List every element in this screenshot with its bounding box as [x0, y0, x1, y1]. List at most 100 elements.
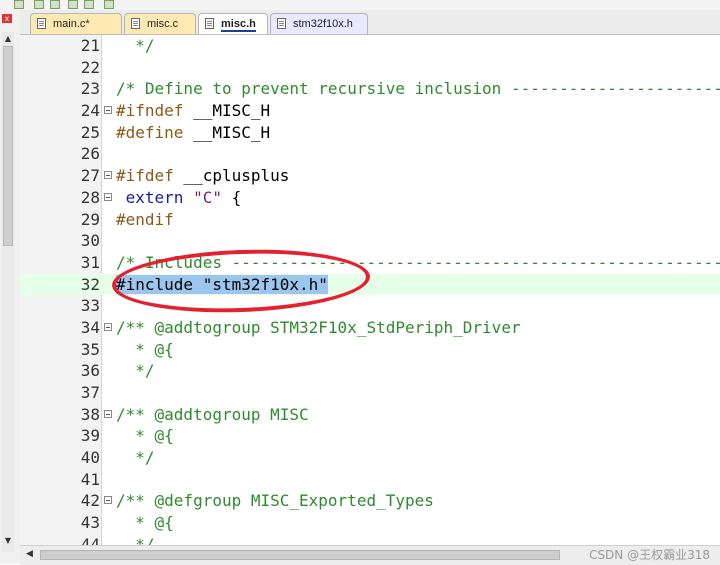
code-editor[interactable]: 21 */22 23/* Define to prevent recursive … — [20, 35, 720, 545]
toolbar-button-5[interactable] — [84, 0, 94, 9]
code-token: __cplusplus — [173, 166, 290, 186]
code-line[interactable]: 29 #endif — [20, 209, 720, 231]
code-text: #ifdef __cplusplus — [116, 165, 289, 187]
code-line[interactable]: 24 #ifndef __MISC_H — [20, 100, 720, 122]
vertical-scroll-thumb[interactable] — [3, 46, 13, 246]
code-token: /* Includes ----------------------------… — [116, 252, 720, 272]
line-number: 38 — [80, 404, 100, 424]
fold-toggle-icon[interactable] — [104, 106, 112, 115]
toolbar-button-1[interactable] — [14, 0, 24, 9]
code-text: /* Define to prevent recursive inclusion… — [116, 78, 720, 100]
code-text: */ — [116, 447, 155, 469]
code-line[interactable]: 22 — [20, 57, 720, 79]
line-number: 39 — [80, 426, 100, 446]
line-number: 34 — [80, 317, 100, 337]
toolbar-button-3[interactable] — [50, 0, 60, 9]
code-line[interactable]: 43 * @{ — [20, 512, 720, 534]
code-text: #define __MISC_H — [116, 122, 270, 144]
code-line[interactable]: 23 /* Define to prevent recursive inclusi… — [20, 78, 720, 100]
code-line[interactable]: 34 /** @addtogroup STM32F10x_StdPeriph_Dr… — [20, 317, 720, 339]
fold-toggle-icon[interactable] — [104, 496, 112, 505]
tab-label: main.c* — [53, 18, 90, 30]
code-token: "C" — [193, 187, 222, 207]
code-token: /* Define to prevent recursive inclusion… — [116, 79, 720, 99]
fold-toggle-icon[interactable] — [104, 409, 112, 418]
line-number: 23 — [80, 79, 100, 99]
line-number: 43 — [80, 513, 100, 533]
code-line[interactable]: 28 extern "C" { — [20, 187, 720, 209]
line-number: 30 — [80, 231, 100, 251]
code-token: */ — [116, 448, 155, 468]
code-text: #include "stm32f10x.h" — [116, 274, 328, 296]
code-token: { — [221, 187, 242, 207]
code-token: /** @defgroup MISC_Exported_Types — [116, 491, 434, 511]
code-line[interactable]: 36 */ — [20, 360, 720, 382]
code-line[interactable]: 21 */ — [20, 35, 720, 57]
code-token: #ifndef — [116, 101, 184, 121]
line-number: 42 — [80, 491, 100, 511]
code-token: #endif — [116, 209, 174, 229]
line-number: 31 — [80, 252, 100, 272]
code-line[interactable]: 30 — [20, 230, 720, 252]
code-text: /** @addtogroup MISC — [116, 404, 309, 426]
code-line[interactable]: 39 * @{ — [20, 425, 720, 447]
code-line[interactable]: 35 * @{ — [20, 339, 720, 361]
project-panel-edge: x ▲ ▼ — [0, 10, 21, 564]
code-token: #include "stm32f10x.h" — [116, 274, 328, 294]
code-token: __MISC_H — [183, 122, 271, 142]
scroll-up-icon[interactable]: ▲ — [3, 34, 13, 44]
code-text: * @{ — [116, 425, 174, 447]
tab-main-c[interactable]: main.c* — [30, 13, 122, 34]
code-token: * @{ — [116, 513, 174, 533]
code-line[interactable]: 25 #define __MISC_H — [20, 122, 720, 144]
code-line[interactable]: 44 */ — [20, 534, 720, 545]
code-token: #ifdef — [116, 166, 174, 186]
code-line[interactable]: 31 /* Includes --------------------------… — [20, 252, 720, 274]
code-text: */ — [116, 360, 154, 382]
code-token: */ — [116, 36, 155, 55]
code-token: /** @addtogroup MISC — [116, 404, 309, 424]
code-line[interactable]: 37 — [20, 382, 720, 404]
code-line[interactable]: 32 #include "stm32f10x.h" — [20, 273, 720, 296]
fold-toggle-icon[interactable] — [104, 322, 112, 331]
code-line[interactable]: 38 /** @addtogroup MISC — [20, 404, 720, 426]
code-line[interactable]: 41 — [20, 469, 720, 491]
tab-misc-h[interactable]: misc.h — [198, 13, 268, 34]
line-number: 40 — [80, 448, 100, 468]
tab-label: misc.h — [221, 18, 256, 32]
line-number: 24 — [80, 101, 100, 121]
file-icon — [277, 18, 286, 29]
code-text: * @{ — [116, 339, 174, 361]
toolbar-button-6[interactable] — [104, 0, 114, 9]
line-number: 21 — [80, 36, 100, 55]
close-icon[interactable]: x — [2, 14, 12, 23]
code-token: extern — [116, 187, 184, 207]
file-icon — [131, 18, 140, 29]
code-line[interactable]: 33 — [20, 295, 720, 317]
code-token: * @{ — [116, 339, 174, 359]
toolbar-button-2[interactable] — [34, 0, 44, 9]
horizontal-scroll-thumb[interactable] — [40, 550, 560, 560]
fold-toggle-icon[interactable] — [104, 192, 112, 201]
toolbar-button-4[interactable] — [68, 0, 78, 9]
code-token: #define — [116, 122, 184, 142]
tab-misc-c[interactable]: misc.c — [124, 13, 196, 34]
code-text: */ — [116, 35, 155, 57]
code-line[interactable]: 27 #ifdef __cplusplus — [20, 165, 720, 187]
code-text: /** @addtogroup STM32F10x_StdPeriph_Driv… — [116, 317, 521, 339]
code-text: /** @defgroup MISC_Exported_Types — [116, 490, 434, 512]
file-icon — [37, 18, 46, 29]
code-line[interactable]: 26 — [20, 143, 720, 165]
code-token: __MISC_H — [183, 101, 271, 121]
line-number: 36 — [80, 361, 100, 381]
code-line[interactable]: 42 /** @defgroup MISC_Exported_Types — [20, 490, 720, 512]
file-icon — [205, 18, 214, 29]
code-line[interactable]: 40 */ — [20, 447, 720, 469]
scroll-left-icon[interactable]: ◀ — [26, 549, 33, 559]
tab-label: misc.c — [147, 18, 179, 30]
tab-stm32f10x-h[interactable]: stm32f10x.h — [270, 13, 368, 34]
scroll-down-icon[interactable]: ▼ — [3, 536, 13, 546]
fold-toggle-icon[interactable] — [104, 171, 112, 180]
code-token: /** @addtogroup STM32F10x_StdPeriph_Driv… — [116, 317, 521, 337]
